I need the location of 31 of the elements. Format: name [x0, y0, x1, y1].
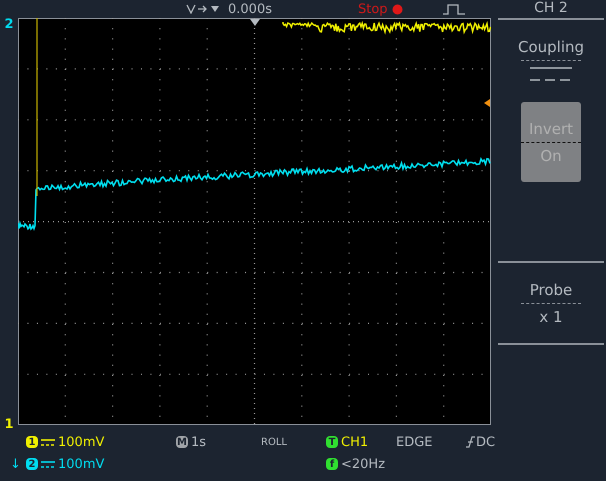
trigger-coupling: DC — [476, 434, 496, 450]
invert-arrow: ↓ — [10, 456, 21, 472]
channel-scale: 100mV — [58, 456, 104, 472]
trigger-frequency: <20Hz — [341, 456, 386, 472]
run-state: Stop — [358, 2, 388, 16]
timebase-mode: ROLL — [261, 436, 287, 448]
probe-label[interactable]: Probe — [530, 280, 572, 298]
dc-coupling-icon — [41, 460, 55, 468]
channel-marker: 1 — [4, 418, 14, 431]
channel-badge: 1 — [26, 436, 38, 448]
trigger-position: 0.000s — [228, 2, 273, 16]
trigger-source: CH1 — [341, 434, 368, 450]
trigger-level-marker-icon — [484, 99, 490, 107]
trigger-type: EDGE — [396, 434, 433, 450]
dc-coupling-icon — [528, 64, 574, 82]
trigger-time-marker-icon — [250, 19, 260, 26]
trigger-badge: T — [326, 436, 338, 448]
timebase-badge: M — [176, 436, 188, 448]
coupling-label[interactable]: Coupling — [518, 38, 584, 56]
menu-title: CH 2 — [533, 0, 569, 18]
probe-value[interactable]: x 1 — [539, 308, 563, 326]
stop-indicator-icon — [392, 4, 403, 14]
dc-coupling-icon — [41, 438, 55, 446]
rising-edge-icon — [466, 436, 475, 448]
pulse-icon — [442, 3, 465, 15]
channel-scale: 100mV — [58, 434, 104, 450]
channel-badge: 2 — [26, 458, 38, 470]
channel-marker: 2 — [4, 18, 14, 31]
trigger-position-icon — [186, 4, 222, 14]
timebase-value: 1s — [191, 434, 206, 450]
frequency-badge: f — [326, 458, 338, 470]
